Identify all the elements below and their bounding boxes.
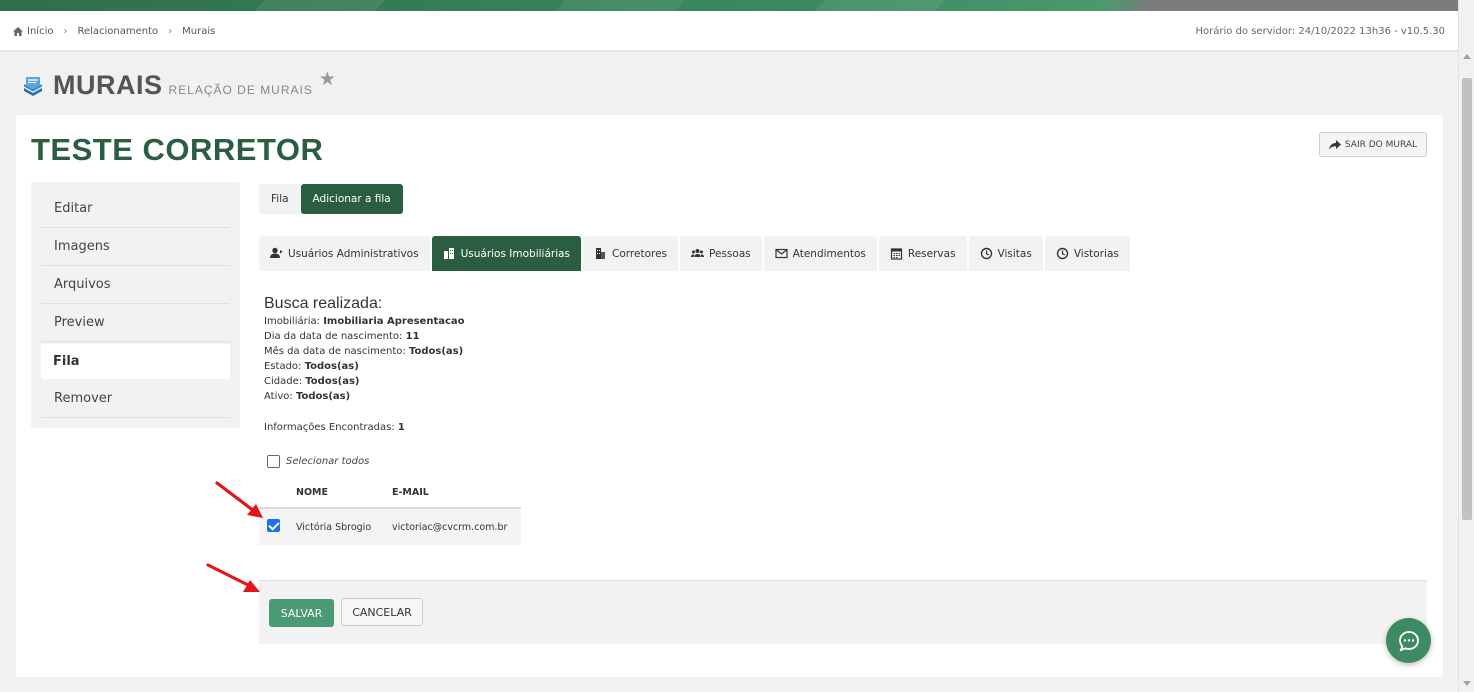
tab-reservas[interactable]: Reservas: [878, 236, 967, 271]
filter-label: Ativo:: [264, 391, 293, 402]
queue-subtabs: Fila Adicionar a fila: [259, 184, 403, 214]
breadcrumb-item-relacionamento[interactable]: Relacionamento: [77, 26, 158, 37]
tab-visitas[interactable]: Visitas: [968, 236, 1043, 271]
side-menu-item-fila[interactable]: Fila: [41, 344, 230, 379]
page-subtitle: RELAÇÃO DE MURAIS: [168, 83, 313, 97]
subtab-fila[interactable]: Fila: [259, 184, 301, 214]
tab-pessoas[interactable]: Pessoas: [680, 236, 762, 271]
page-header: MURAIS RELAÇÃO DE MURAIS ★: [21, 68, 336, 101]
clock-icon: [980, 247, 992, 260]
save-button[interactable]: SALVAR: [269, 599, 334, 627]
breadcrumb-item-murais[interactable]: Murais: [182, 26, 215, 37]
exit-mural-button[interactable]: SAIR DO MURAL: [1318, 132, 1427, 157]
red-arrow-icon: [215, 481, 263, 518]
filter-value: Todos(as): [305, 376, 360, 387]
users-table: NOME E-MAIL Victória Sbrogio victoriac@c…: [259, 478, 521, 545]
scroll-up-arrow-icon[interactable]: [1463, 54, 1471, 59]
side-menu-item-editar[interactable]: Editar: [41, 190, 230, 228]
filter-row: Ativo: Todos(as): [264, 389, 465, 404]
tab-label: Usuários Administrativos: [288, 247, 419, 260]
top-brand-band: [0, 0, 1474, 11]
select-all-label: Selecionar todos: [286, 456, 370, 467]
share-arrow-icon: [1328, 139, 1341, 149]
side-menu-item-imagens[interactable]: Imagens: [41, 228, 230, 266]
filter-value: Todos(as): [304, 361, 359, 372]
breadcrumb: Início › Relacionamento › Murais: [13, 26, 215, 37]
tab-label: Vistorias: [1073, 247, 1119, 260]
star-icon[interactable]: ★: [319, 68, 336, 90]
tab-label: Corretores: [612, 247, 668, 260]
chat-bubble-icon: [1398, 630, 1419, 651]
chevron-right-icon: ›: [168, 26, 173, 37]
calendar-icon: [890, 248, 902, 260]
tab-vistorias[interactable]: Vistorias: [1044, 236, 1130, 271]
filter-label: Mês da data de nascimento:: [264, 346, 406, 357]
filter-value: Imobiliaria Apresentacao: [323, 316, 465, 327]
cell-email: victoriac@cvcrm.com.br: [392, 521, 508, 533]
filter-label: Estado:: [264, 361, 302, 372]
user-arrow-icon: [270, 247, 283, 258]
breadcrumb-bar: Início › Relacionamento › Murais Horário…: [0, 11, 1458, 51]
tab-atendimentos[interactable]: Atendimentos: [763, 236, 877, 271]
tab-label: Atendimentos: [792, 247, 866, 260]
server-time: Horário do servidor: 24/10/2022 13h36 - …: [1195, 26, 1445, 37]
tab-usuarios-administrativos[interactable]: Usuários Administrativos: [259, 236, 430, 271]
filter-row: Dia da data de nascimento: 11: [264, 329, 465, 344]
tab-label: Pessoas: [709, 247, 751, 260]
tab-label: Reservas: [907, 247, 956, 260]
table-header: NOME E-MAIL: [259, 478, 521, 509]
exit-mural-label: SAIR DO MURAL: [1344, 139, 1417, 150]
form-footer: SALVAR CANCELAR: [259, 580, 1427, 644]
filter-label: Cidade:: [264, 376, 303, 387]
select-all-checkbox[interactable]: [267, 455, 280, 468]
murais-icon: [24, 76, 42, 96]
results-count: Informações Encontradas: 1: [264, 420, 465, 435]
results-count-value: 1: [397, 422, 405, 433]
side-menu-item-arquivos[interactable]: Arquivos: [41, 266, 230, 304]
audience-tabs: Usuários Administrativos Usuários Imobil…: [259, 236, 1132, 271]
filter-value: Todos(as): [408, 346, 464, 357]
chevron-right-icon: ›: [63, 26, 68, 37]
filter-row: Cidade: Todos(as): [264, 374, 465, 389]
filter-row: Mês da data de nascimento: Todos(as): [264, 344, 465, 359]
breadcrumb-item-inicio[interactable]: Início: [27, 26, 53, 37]
search-heading: Busca realizada:: [264, 295, 383, 312]
side-menu: Editar Imagens Arquivos Preview Fila Rem…: [31, 182, 240, 428]
cell-name: Victória Sbrogio: [296, 521, 372, 533]
vertical-scrollbar[interactable]: [1458, 0, 1474, 692]
filter-row: Imobiliária: Imobiliaria Apresentacao: [264, 314, 465, 329]
column-header-email: E-MAIL: [392, 487, 429, 498]
tab-label: Visitas: [997, 247, 1032, 260]
buildings-icon: [443, 248, 454, 259]
select-all[interactable]: Selecionar todos: [267, 455, 369, 468]
building-icon: [596, 248, 606, 259]
envelope-icon: [775, 248, 788, 259]
filter-row: Estado: Todos(as): [264, 359, 465, 374]
search-summary: Busca realizada: Imobiliária: Imobiliari…: [264, 295, 465, 435]
cancel-button[interactable]: CANCELAR: [341, 598, 423, 626]
subtab-adicionar-a-fila[interactable]: Adicionar a fila: [300, 184, 403, 214]
tab-label: Usuários Imobiliárias: [460, 247, 571, 260]
chat-button[interactable]: [1386, 618, 1431, 663]
filter-label: Dia da data de nascimento:: [264, 331, 403, 342]
mural-title: TESTE CORRETOR: [31, 132, 324, 167]
scroll-down-arrow-icon[interactable]: [1463, 681, 1471, 686]
home-icon: [13, 27, 23, 36]
tab-usuarios-imobiliarias[interactable]: Usuários Imobiliárias: [431, 236, 582, 271]
page-title: MURAIS: [53, 70, 163, 100]
filter-value: 11: [405, 331, 420, 342]
side-menu-item-preview[interactable]: Preview: [41, 304, 230, 342]
red-arrow-icon: [206, 563, 260, 592]
filter-value: Todos(as): [295, 391, 351, 402]
side-menu-item-remover[interactable]: Remover: [41, 380, 230, 418]
group-icon: [691, 249, 705, 257]
results-count-label: Informações Encontradas:: [264, 422, 395, 433]
filter-label: Imobiliária:: [264, 316, 321, 327]
tab-corretores[interactable]: Corretores: [583, 236, 679, 271]
row-checkbox[interactable]: [267, 519, 280, 532]
clock-icon: [1056, 247, 1069, 260]
column-header-nome: NOME: [296, 487, 328, 498]
scrollbar-thumb[interactable]: [1462, 78, 1472, 520]
table-row: Victória Sbrogio victoriac@cvcrm.com.br: [259, 509, 521, 545]
